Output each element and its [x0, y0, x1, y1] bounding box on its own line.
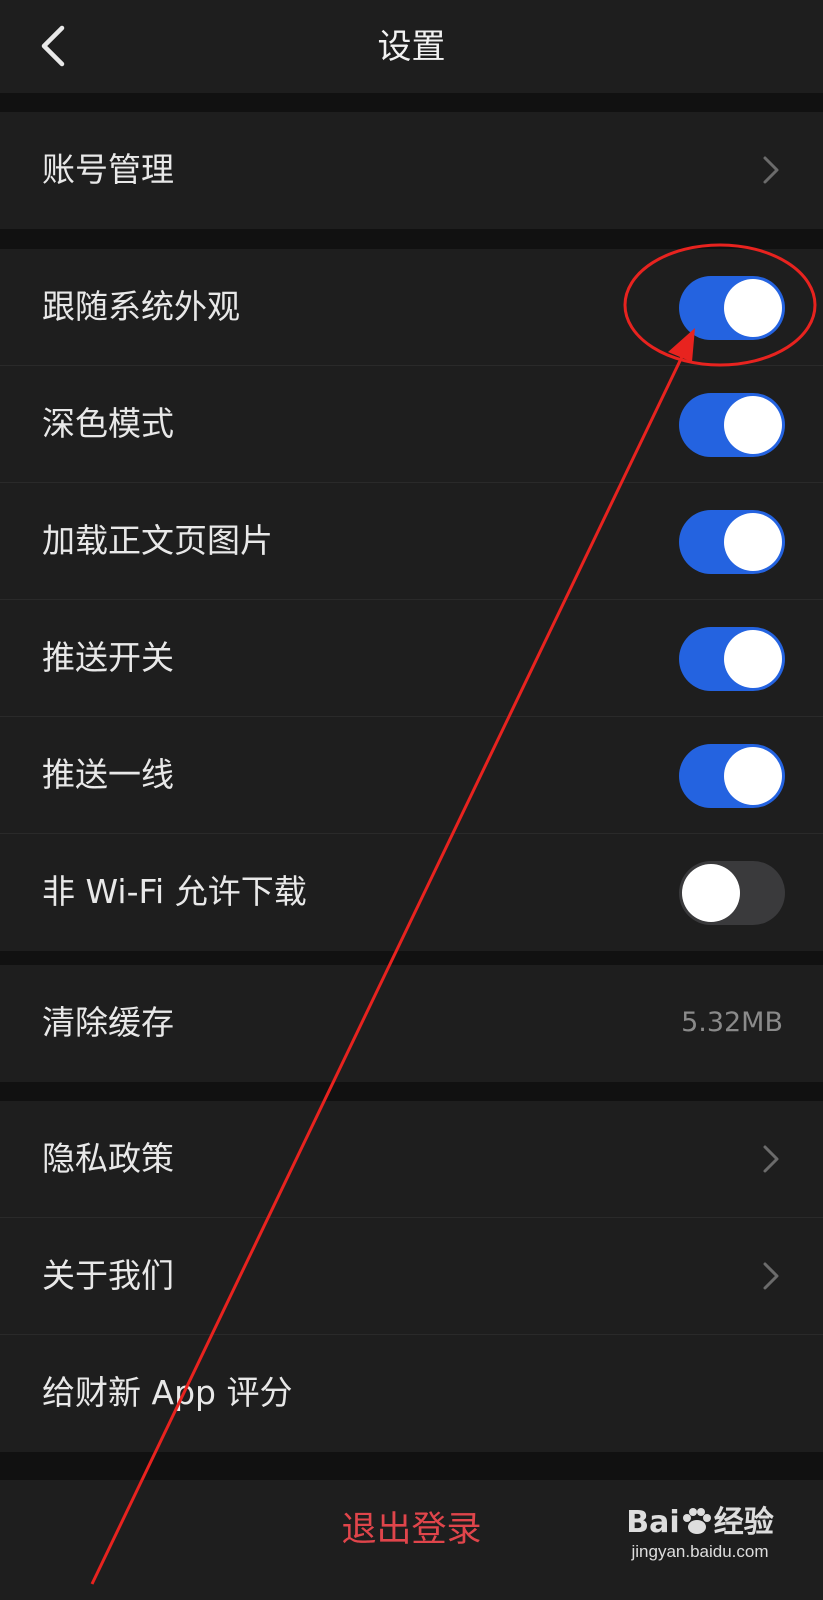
toggle-knob — [724, 513, 782, 571]
load-article-images-toggle[interactable] — [679, 510, 785, 574]
baidu-watermark: Bai 经验 jingyan.baidu.com — [605, 1505, 795, 1563]
row-non-wifi-download: 非 Wi-Fi 允许下载 — [0, 834, 823, 951]
row-about-us[interactable]: 关于我们 — [0, 1218, 823, 1335]
toggle-knob — [724, 630, 782, 688]
row-label: 隐私政策 — [42, 1139, 174, 1178]
row-label: 账号管理 — [42, 150, 174, 189]
row-label: 推送一线 — [42, 755, 174, 794]
page-title: 设置 — [377, 27, 446, 67]
row-label: 非 Wi-Fi 允许下载 — [42, 872, 307, 911]
row-push-switch: 推送开关 — [0, 600, 823, 717]
row-label: 关于我们 — [42, 1256, 174, 1295]
toggle-knob — [724, 396, 782, 454]
row-account-management[interactable]: 账号管理 — [0, 112, 823, 229]
toggle-knob — [724, 747, 782, 805]
row-label: 给财新 App 评分 — [42, 1373, 293, 1412]
watermark-url: jingyan.baidu.com — [631, 1542, 769, 1561]
dark-mode-toggle[interactable] — [679, 393, 785, 457]
row-clear-cache[interactable]: 清除缓存 5.32MB — [0, 965, 823, 1082]
row-label: 清除缓存 — [42, 1003, 174, 1042]
row-label: 加载正文页图片 — [42, 521, 273, 560]
row-follow-system-appearance: 跟随系统外观 — [0, 249, 823, 366]
settings-group-account: 账号管理 — [0, 112, 823, 229]
follow-system-appearance-toggle[interactable] — [679, 276, 785, 340]
row-dark-mode: 深色模式 — [0, 366, 823, 483]
row-privacy-policy[interactable]: 隐私政策 — [0, 1101, 823, 1218]
chevron-right-icon — [759, 1260, 783, 1292]
push-frontline-toggle[interactable] — [679, 744, 785, 808]
settings-group-cache: 清除缓存 5.32MB — [0, 965, 823, 1082]
push-switch-toggle[interactable] — [679, 627, 785, 691]
settings-group-toggles: 跟随系统外观 深色模式 加载正文页图片 推送开关 推送一线 非 Wi-Fi 允许… — [0, 249, 823, 951]
chevron-right-icon — [759, 1143, 783, 1175]
chevron-right-icon — [759, 154, 783, 186]
row-label: 跟随系统外观 — [42, 287, 240, 326]
toggle-knob — [682, 864, 740, 922]
watermark-brand-left: Bai — [626, 1505, 680, 1540]
row-load-article-images: 加载正文页图片 — [0, 483, 823, 600]
paw-icon — [682, 1508, 711, 1534]
row-label: 深色模式 — [42, 404, 174, 443]
settings-group-info: 隐私政策 关于我们 给财新 App 评分 — [0, 1101, 823, 1452]
row-rate-app[interactable]: 给财新 App 评分 — [0, 1335, 823, 1452]
row-label: 推送开关 — [42, 638, 174, 677]
toggle-knob — [724, 279, 782, 337]
cache-size-value: 5.32MB — [681, 1007, 783, 1038]
nav-bar: 设置 — [0, 0, 823, 93]
watermark-brand: Bai 经验 — [605, 1505, 795, 1541]
watermark-brand-right: 经验 — [713, 1505, 774, 1540]
non-wifi-download-toggle[interactable] — [679, 861, 785, 925]
row-push-frontline: 推送一线 — [0, 717, 823, 834]
